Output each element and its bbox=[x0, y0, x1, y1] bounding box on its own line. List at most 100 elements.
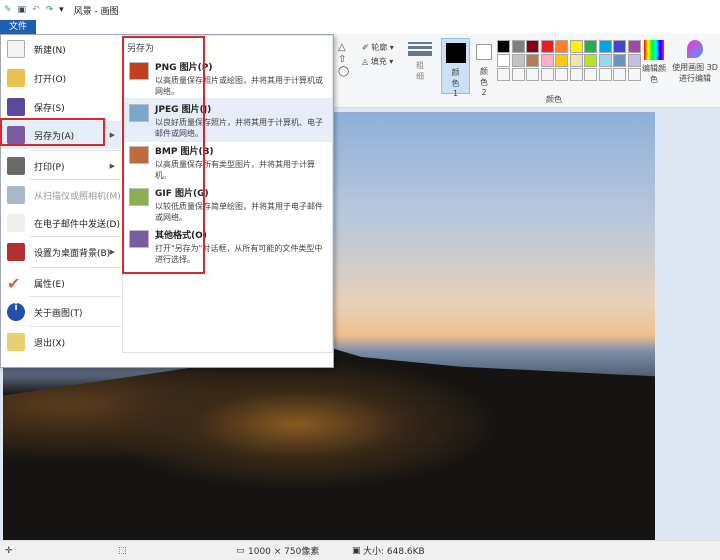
save-icon[interactable]: ▣ bbox=[18, 5, 27, 15]
menu-item-label: 新建(N) bbox=[34, 45, 66, 56]
menu-item[interactable]: ✔ 属性(E) bbox=[1, 269, 121, 297]
menu-item: 从扫描仪或照相机(M) bbox=[1, 181, 121, 209]
rocks-landscape bbox=[3, 347, 655, 540]
palette-swatch[interactable] bbox=[511, 68, 525, 81]
menu-item-label: 打印(P) bbox=[34, 162, 65, 173]
palette-swatch[interactable] bbox=[526, 54, 539, 67]
submenu-arrow-icon: ▶ bbox=[109, 131, 115, 139]
shape-pentagon-icon[interactable]: ⇧ bbox=[338, 54, 346, 65]
palette-swatch[interactable] bbox=[627, 40, 641, 53]
menu-item[interactable]: i 关于画图(T) bbox=[1, 298, 121, 326]
menu-separator bbox=[29, 267, 121, 268]
highlight-formats bbox=[122, 36, 205, 274]
desktop-background-icon bbox=[7, 243, 25, 261]
palette-swatch[interactable] bbox=[511, 54, 525, 67]
redo-icon[interactable]: ↷ bbox=[46, 5, 54, 15]
shape-callout-icon[interactable]: ◯ bbox=[338, 66, 349, 77]
palette-swatch[interactable] bbox=[584, 40, 597, 53]
selection-size-icon: ⬚ bbox=[118, 545, 127, 556]
window-title: 风景 - 画图 bbox=[73, 6, 119, 17]
new-file-icon bbox=[7, 40, 25, 58]
colors-group-label: 颜色 bbox=[546, 95, 562, 104]
palette-swatch[interactable] bbox=[497, 54, 510, 67]
color1-label: 颜色 1 bbox=[451, 68, 460, 98]
color1-button[interactable]: 颜色 1 bbox=[441, 38, 470, 98]
palette-swatch[interactable] bbox=[627, 54, 641, 67]
customize-quick-access-icon[interactable]: ▾ bbox=[59, 5, 64, 15]
color1-swatch bbox=[445, 43, 466, 63]
file-size-icon: ▣ bbox=[352, 545, 361, 556]
fill-label: 填充 bbox=[370, 57, 387, 66]
exit-icon bbox=[7, 333, 25, 351]
palette-swatch[interactable] bbox=[555, 68, 568, 81]
palette-swatch[interactable] bbox=[598, 40, 612, 53]
email-icon bbox=[7, 214, 25, 232]
palette-swatch[interactable] bbox=[598, 54, 612, 67]
submenu-arrow-icon: ▶ bbox=[109, 248, 115, 256]
title-bar: ✎ ▣ ↶ ↷ ▾ 风景 - 画图 bbox=[0, 0, 720, 20]
palette-swatch[interactable] bbox=[497, 68, 510, 81]
menu-item[interactable]: 新建(N) bbox=[1, 35, 121, 63]
menu-separator bbox=[29, 179, 121, 180]
menu-item[interactable]: 保存(S) bbox=[1, 93, 121, 121]
menu-item[interactable]: 打印(P) ▶ bbox=[1, 152, 121, 180]
palette-swatch[interactable] bbox=[613, 54, 626, 67]
shape-triangle-icon[interactable]: △ bbox=[338, 42, 346, 53]
printer-icon bbox=[7, 157, 25, 175]
ribbon-tabs bbox=[0, 20, 720, 34]
palette-swatch[interactable] bbox=[526, 68, 539, 81]
save-icon bbox=[7, 98, 25, 116]
menu-separator bbox=[29, 236, 121, 237]
menu-item-label: 在电子邮件中发送(D) bbox=[34, 219, 120, 230]
size-label: 粗细 bbox=[416, 61, 424, 81]
edit-colors-label: 编辑颜色 bbox=[642, 64, 666, 84]
menu-separator bbox=[29, 326, 121, 327]
palette-swatch[interactable] bbox=[540, 68, 554, 81]
color2-button[interactable]: 颜色 2 bbox=[473, 38, 495, 97]
menu-item[interactable]: 打开(O) bbox=[1, 64, 121, 92]
palette-swatch[interactable] bbox=[540, 54, 554, 67]
line-mid-icon bbox=[408, 46, 432, 49]
paint3d-icon bbox=[687, 40, 703, 58]
dimensions-icon: ▭ bbox=[236, 545, 245, 556]
palette-swatch[interactable] bbox=[598, 68, 612, 81]
size-button[interactable]: 粗细 bbox=[408, 40, 432, 90]
menu-item[interactable]: 退出(X) bbox=[1, 328, 121, 356]
outline-button[interactable]: ✐ 轮廓 ▾ bbox=[362, 42, 394, 53]
palette-swatch[interactable] bbox=[555, 40, 568, 53]
menu-item-label: 关于画图(T) bbox=[34, 308, 83, 319]
info-icon: i bbox=[7, 303, 25, 321]
fill-button[interactable]: ◬ 填充 ▾ bbox=[362, 56, 393, 67]
palette-swatch[interactable] bbox=[613, 40, 626, 53]
menu-separator bbox=[29, 150, 121, 151]
palette-swatch[interactable] bbox=[526, 40, 539, 53]
menu-item[interactable]: 设置为桌面背景(B) ▶ bbox=[1, 238, 121, 266]
palette-swatch[interactable] bbox=[584, 68, 597, 81]
menu-item-label: 属性(E) bbox=[34, 279, 65, 290]
palette-swatch[interactable] bbox=[540, 40, 554, 53]
paint-app-icon: ✎ bbox=[4, 5, 12, 15]
paint3d-button[interactable]: 使用画图 3D 进行编辑 bbox=[672, 40, 718, 84]
menu-item-label: 保存(S) bbox=[34, 103, 65, 114]
palette-swatch[interactable] bbox=[511, 40, 525, 53]
cursor-position-icon: ✛ bbox=[5, 545, 13, 556]
palette-swatch[interactable] bbox=[569, 68, 583, 81]
palette-swatch[interactable] bbox=[497, 40, 510, 53]
undo-icon[interactable]: ↶ bbox=[32, 5, 40, 15]
submenu-arrow-icon: ▶ bbox=[109, 162, 115, 170]
color2-label: 颜色 2 bbox=[480, 67, 488, 97]
palette-swatch[interactable] bbox=[569, 54, 583, 67]
palette-swatch[interactable] bbox=[584, 54, 597, 67]
palette-swatch[interactable] bbox=[627, 68, 641, 81]
outline-label: 轮廓 bbox=[371, 43, 388, 52]
menu-item-label: 从扫描仪或照相机(M) bbox=[34, 191, 121, 202]
color-spectrum-icon bbox=[644, 40, 664, 60]
palette-swatch[interactable] bbox=[569, 40, 583, 53]
open-folder-icon bbox=[7, 69, 25, 87]
palette-swatch[interactable] bbox=[555, 54, 568, 67]
menu-item[interactable]: 在电子邮件中发送(D) bbox=[1, 209, 121, 237]
edit-colors-button[interactable]: 编辑颜色 bbox=[642, 40, 666, 85]
palette-swatch[interactable] bbox=[613, 68, 626, 81]
file-tab[interactable]: 文件 bbox=[0, 20, 36, 34]
checkmark-icon: ✔ bbox=[7, 274, 21, 293]
